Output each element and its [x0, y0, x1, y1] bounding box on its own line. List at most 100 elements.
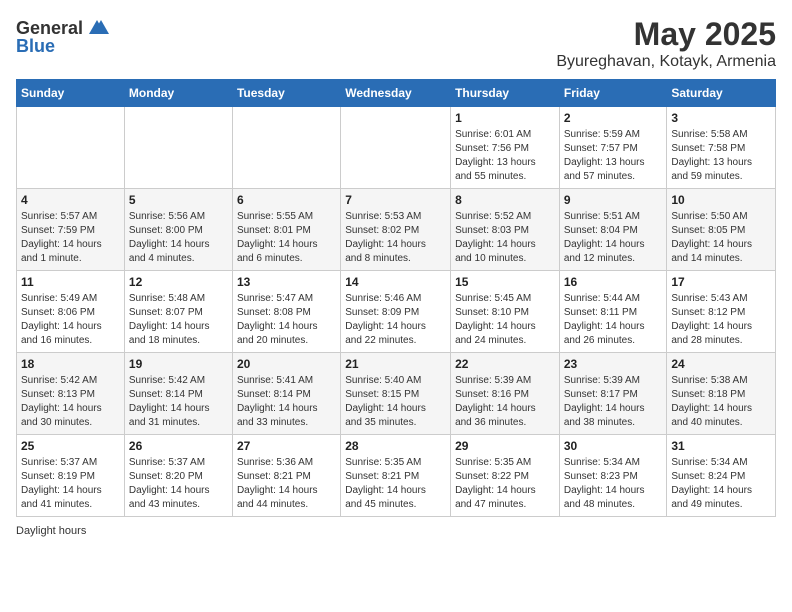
- day-info: Sunrise: 5:59 AM Sunset: 7:57 PM Dayligh…: [564, 128, 663, 184]
- day-info: Sunrise: 5:38 AM Sunset: 8:18 PM Dayligh…: [671, 374, 771, 430]
- header-row: Sunday Monday Tuesday Wednesday Thursday…: [17, 80, 776, 107]
- calendar-cell: 29 Sunrise: 5:35 AM Sunset: 8:22 PM Dayli…: [451, 435, 560, 517]
- day-info: Sunrise: 5:37 AM Sunset: 8:19 PM Dayligh…: [21, 456, 120, 512]
- day-number: 14: [345, 275, 446, 289]
- footer: Daylight hours: [16, 525, 776, 537]
- logo: General Blue: [16, 16, 109, 57]
- page-header: General Blue May 2025 Byureghavan, Kotay…: [16, 16, 776, 71]
- week-row-1: 1 Sunrise: 6:01 AM Sunset: 7:56 PM Daylig…: [17, 107, 776, 189]
- location-title: Byureghavan, Kotayk, Armenia: [556, 53, 776, 71]
- day-info: Sunrise: 5:48 AM Sunset: 8:07 PM Dayligh…: [129, 292, 228, 348]
- day-number: 26: [129, 439, 228, 453]
- day-number: 23: [564, 357, 663, 371]
- calendar-cell: 30Sunrise: 5:34 AM Sunset: 8:23 PM Dayli…: [559, 435, 667, 517]
- day-info: Sunrise: 5:44 AM Sunset: 8:11 PM Dayligh…: [564, 292, 663, 348]
- calendar-cell: 25 Sunrise: 5:37 AM Sunset: 8:19 PM Dayli…: [17, 435, 125, 517]
- day-number: 30: [564, 439, 663, 453]
- calendar-cell: 18 Sunrise: 5:42 AM Sunset: 8:13 PM Dayli…: [17, 353, 125, 435]
- calendar-cell: 11 Sunrise: 5:49 AM Sunset: 8:06 PM Dayli…: [17, 271, 125, 353]
- day-info: Sunrise: 5:45 AM Sunset: 8:10 PM Dayligh…: [455, 292, 555, 348]
- footer-text: Daylight hours: [16, 525, 86, 537]
- day-number: 10: [671, 193, 771, 207]
- day-number: 21: [345, 357, 446, 371]
- day-info: Sunrise: 6:01 AM Sunset: 7:56 PM Dayligh…: [455, 128, 555, 184]
- day-info: Sunrise: 5:35 AM Sunset: 8:22 PM Dayligh…: [455, 456, 555, 512]
- header-sunday: Sunday: [17, 80, 125, 107]
- week-row-5: 25 Sunrise: 5:37 AM Sunset: 8:19 PM Dayli…: [17, 435, 776, 517]
- calendar-cell: 26 Sunrise: 5:37 AM Sunset: 8:20 PM Dayli…: [124, 435, 232, 517]
- day-info: Sunrise: 5:57 AM Sunset: 7:59 PM Dayligh…: [21, 210, 120, 266]
- calendar-cell: 6Sunrise: 5:55 AM Sunset: 8:01 PM Daylig…: [232, 189, 340, 271]
- day-info: Sunrise: 5:41 AM Sunset: 8:14 PM Dayligh…: [237, 374, 336, 430]
- day-number: 17: [671, 275, 771, 289]
- week-row-4: 18 Sunrise: 5:42 AM Sunset: 8:13 PM Dayli…: [17, 353, 776, 435]
- calendar-cell: 28 Sunrise: 5:35 AM Sunset: 8:21 PM Dayli…: [341, 435, 451, 517]
- calendar-cell: [124, 107, 232, 189]
- day-info: Sunrise: 5:53 AM Sunset: 8:02 PM Dayligh…: [345, 210, 446, 266]
- day-number: 20: [237, 357, 336, 371]
- calendar-cell: [17, 107, 125, 189]
- day-info: Sunrise: 5:56 AM Sunset: 8:00 PM Dayligh…: [129, 210, 228, 266]
- day-info: Sunrise: 5:50 AM Sunset: 8:05 PM Dayligh…: [671, 210, 771, 266]
- logo-icon: [85, 16, 109, 40]
- day-number: 11: [21, 275, 120, 289]
- day-number: 24: [671, 357, 771, 371]
- calendar-cell: 14Sunrise: 5:46 AM Sunset: 8:09 PM Dayli…: [341, 271, 451, 353]
- calendar-cell: 23 Sunrise: 5:39 AM Sunset: 8:17 PM Dayli…: [559, 353, 667, 435]
- week-row-2: 4Sunrise: 5:57 AM Sunset: 7:59 PM Daylig…: [17, 189, 776, 271]
- day-number: 1: [455, 111, 555, 125]
- logo-blue-text: Blue: [16, 36, 55, 57]
- calendar-cell: 9 Sunrise: 5:51 AM Sunset: 8:04 PM Daylig…: [559, 189, 667, 271]
- day-info: Sunrise: 5:37 AM Sunset: 8:20 PM Dayligh…: [129, 456, 228, 512]
- calendar-cell: 31 Sunrise: 5:34 AM Sunset: 8:24 PM Dayli…: [667, 435, 776, 517]
- day-number: 29: [455, 439, 555, 453]
- calendar-cell: 17 Sunrise: 5:43 AM Sunset: 8:12 PM Dayli…: [667, 271, 776, 353]
- month-title: May 2025: [556, 16, 776, 53]
- calendar-cell: [232, 107, 340, 189]
- calendar-cell: 19 Sunrise: 5:42 AM Sunset: 8:14 PM Dayli…: [124, 353, 232, 435]
- day-number: 15: [455, 275, 555, 289]
- calendar-cell: 8 Sunrise: 5:52 AM Sunset: 8:03 PM Daylig…: [451, 189, 560, 271]
- day-number: 3: [671, 111, 771, 125]
- header-thursday: Thursday: [451, 80, 560, 107]
- day-info: Sunrise: 5:35 AM Sunset: 8:21 PM Dayligh…: [345, 456, 446, 512]
- day-number: 13: [237, 275, 336, 289]
- day-info: Sunrise: 5:43 AM Sunset: 8:12 PM Dayligh…: [671, 292, 771, 348]
- calendar-cell: 2 Sunrise: 5:59 AM Sunset: 7:57 PM Daylig…: [559, 107, 667, 189]
- calendar-cell: [341, 107, 451, 189]
- calendar-cell: 3 Sunrise: 5:58 AM Sunset: 7:58 PM Daylig…: [667, 107, 776, 189]
- day-info: Sunrise: 5:58 AM Sunset: 7:58 PM Dayligh…: [671, 128, 771, 184]
- day-info: Sunrise: 5:34 AM Sunset: 8:24 PM Dayligh…: [671, 456, 771, 512]
- calendar-cell: 24 Sunrise: 5:38 AM Sunset: 8:18 PM Dayli…: [667, 353, 776, 435]
- calendar-cell: 13Sunrise: 5:47 AM Sunset: 8:08 PM Dayli…: [232, 271, 340, 353]
- day-info: Sunrise: 5:36 AM Sunset: 8:21 PM Dayligh…: [237, 456, 336, 512]
- calendar-cell: 12Sunrise: 5:48 AM Sunset: 8:07 PM Dayli…: [124, 271, 232, 353]
- calendar-cell: 1 Sunrise: 6:01 AM Sunset: 7:56 PM Daylig…: [451, 107, 560, 189]
- day-info: Sunrise: 5:49 AM Sunset: 8:06 PM Dayligh…: [21, 292, 120, 348]
- calendar-cell: 21Sunrise: 5:40 AM Sunset: 8:15 PM Dayli…: [341, 353, 451, 435]
- day-info: Sunrise: 5:39 AM Sunset: 8:16 PM Dayligh…: [455, 374, 555, 430]
- calendar-cell: 10 Sunrise: 5:50 AM Sunset: 8:05 PM Dayli…: [667, 189, 776, 271]
- calendar-cell: 27Sunrise: 5:36 AM Sunset: 8:21 PM Dayli…: [232, 435, 340, 517]
- day-number: 19: [129, 357, 228, 371]
- day-info: Sunrise: 5:51 AM Sunset: 8:04 PM Dayligh…: [564, 210, 663, 266]
- day-number: 22: [455, 357, 555, 371]
- header-saturday: Saturday: [667, 80, 776, 107]
- day-number: 31: [671, 439, 771, 453]
- day-info: Sunrise: 5:55 AM Sunset: 8:01 PM Dayligh…: [237, 210, 336, 266]
- day-number: 18: [21, 357, 120, 371]
- calendar-cell: 16Sunrise: 5:44 AM Sunset: 8:11 PM Dayli…: [559, 271, 667, 353]
- day-number: 2: [564, 111, 663, 125]
- day-number: 28: [345, 439, 446, 453]
- header-monday: Monday: [124, 80, 232, 107]
- day-info: Sunrise: 5:42 AM Sunset: 8:13 PM Dayligh…: [21, 374, 120, 430]
- week-row-3: 11 Sunrise: 5:49 AM Sunset: 8:06 PM Dayli…: [17, 271, 776, 353]
- day-info: Sunrise: 5:52 AM Sunset: 8:03 PM Dayligh…: [455, 210, 555, 266]
- day-number: 8: [455, 193, 555, 207]
- day-info: Sunrise: 5:42 AM Sunset: 8:14 PM Dayligh…: [129, 374, 228, 430]
- day-info: Sunrise: 5:39 AM Sunset: 8:17 PM Dayligh…: [564, 374, 663, 430]
- day-number: 25: [21, 439, 120, 453]
- day-number: 5: [129, 193, 228, 207]
- day-number: 9: [564, 193, 663, 207]
- calendar-cell: 4Sunrise: 5:57 AM Sunset: 7:59 PM Daylig…: [17, 189, 125, 271]
